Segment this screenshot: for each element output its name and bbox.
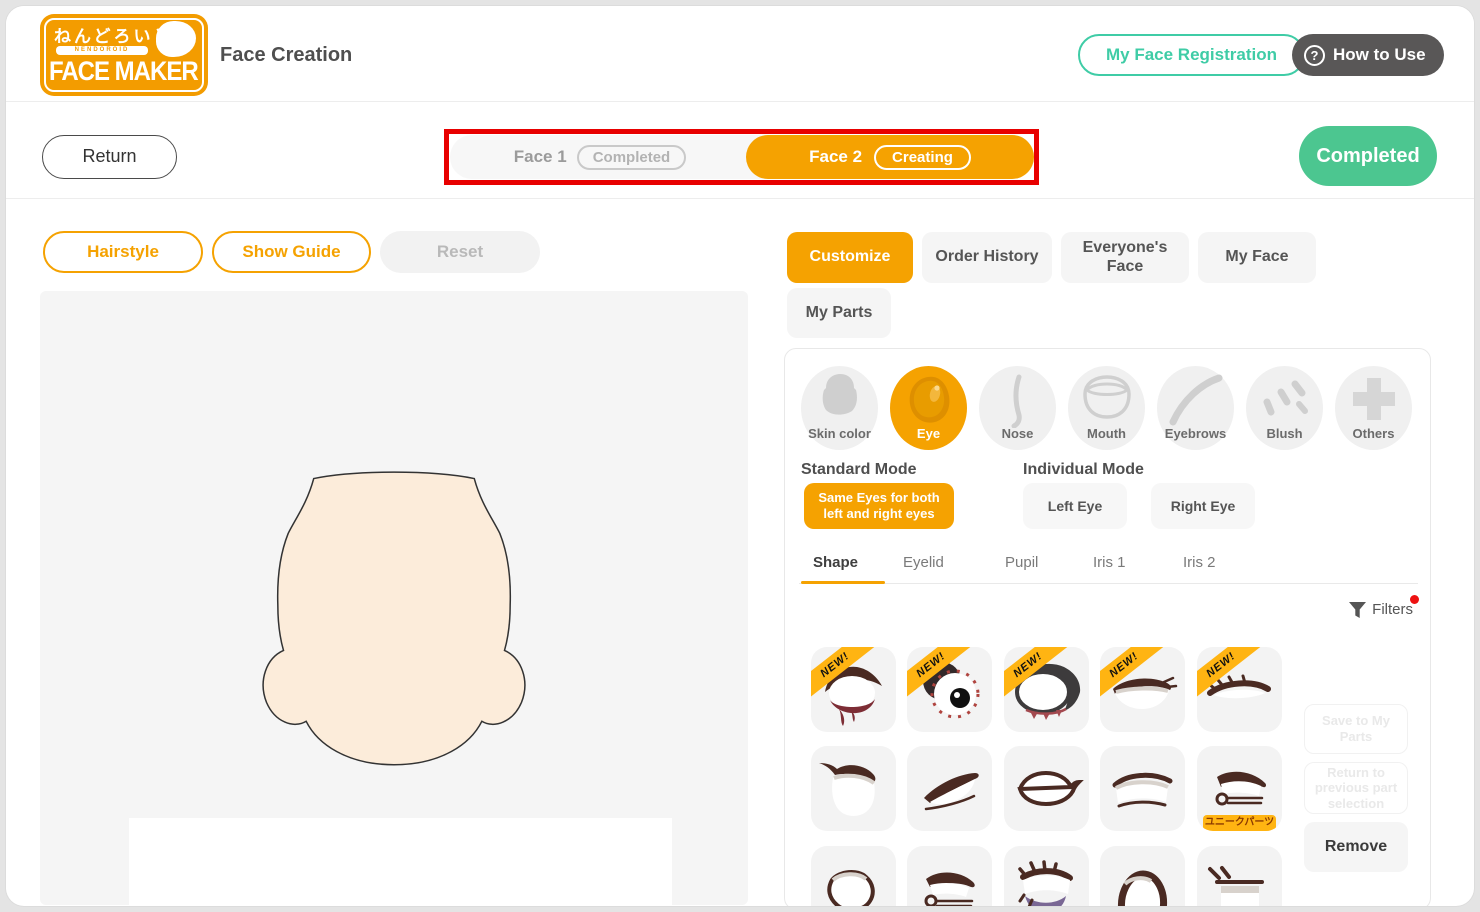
eye-art-angled-closed (907, 746, 992, 831)
eye-icon (906, 374, 952, 426)
tab-face-2[interactable]: Face 2 Creating (746, 135, 1034, 179)
eye-art-flat-lashes (1197, 846, 1282, 906)
filters-button[interactable]: Filters (1349, 601, 1413, 618)
eye-art-open-oval (1004, 746, 1089, 831)
tab-my-face[interactable]: My Face (1198, 232, 1316, 283)
eye-shape-thumbnail[interactable]: NEW! (1197, 647, 1282, 732)
logo-face-maker-text: FACE MAKER (49, 57, 198, 88)
eye-art-purple-shadow (1004, 846, 1089, 906)
eyebrows-icon (1169, 374, 1223, 426)
tab-order-history[interactable]: Order History (922, 232, 1052, 283)
unique-parts-badge: ユニークパーツ (1203, 815, 1276, 831)
page-title: Face Creation (220, 44, 352, 67)
eye-shape-thumbnail[interactable] (811, 746, 896, 831)
subtab-active-underline (801, 581, 885, 584)
my-face-registration-button[interactable]: My Face Registration (1078, 34, 1305, 76)
canvas-body-area (129, 818, 672, 905)
right-eye-button[interactable]: Right Eye (1151, 483, 1255, 529)
return-button[interactable]: Return (42, 135, 177, 179)
standard-mode-title: Standard Mode (801, 461, 917, 479)
tab-everyones-face[interactable]: Everyone's Face (1061, 232, 1189, 283)
eye-shape-thumbnail[interactable] (811, 846, 896, 906)
app-window: ねんどろいど NENDOROID FACE MAKER Face Creatio… (6, 6, 1474, 906)
subtab-iris-2[interactable]: Iris 2 (1183, 554, 1216, 571)
how-to-use-button[interactable]: ? How to Use (1292, 34, 1444, 76)
eye-shape-thumbnail[interactable] (1004, 846, 1089, 906)
category-nose[interactable]: Nose (979, 366, 1056, 450)
category-blush[interactable]: Blush (1246, 366, 1323, 450)
eye-shape-thumbnail[interactable]: NEW! (811, 647, 896, 732)
mouth-icon (1081, 374, 1133, 420)
subtab-iris-1[interactable]: Iris 1 (1093, 554, 1126, 571)
eye-shape-thumbnail[interactable] (907, 746, 992, 831)
filters-label: Filters (1372, 601, 1413, 618)
return-previous-part-button[interactable]: Return to previous part selection (1304, 762, 1408, 814)
category-eye[interactable]: Eye (890, 366, 967, 450)
eye-art-soft-arc (1100, 746, 1185, 831)
eye-shape-thumbnail[interactable]: NEW! (1100, 647, 1185, 732)
tab-face-1[interactable]: Face 1 Completed (450, 135, 750, 179)
eye-art-round-open (811, 846, 896, 906)
subtab-shape[interactable]: Shape (813, 554, 858, 571)
eye-shape-thumbnail[interactable] (1004, 746, 1089, 831)
eye-shape-thumbnail[interactable]: ユニークパーツ (1197, 746, 1282, 831)
question-icon: ? (1304, 45, 1325, 66)
face-2-status-badge: Creating (874, 145, 971, 170)
logo-nendoroid-bar: NENDOROID (56, 46, 148, 55)
subtab-divider (799, 583, 1418, 584)
face-1-status-badge: Completed (577, 145, 687, 170)
eye-shape-thumbnail[interactable]: NEW! (1004, 647, 1089, 732)
how-to-use-label: How to Use (1333, 34, 1426, 76)
category-others[interactable]: Others (1335, 366, 1412, 450)
face-tab-bar: Face 1 Completed Face 2 Creating (450, 135, 1034, 179)
left-eye-button[interactable]: Left Eye (1023, 483, 1127, 529)
tab-customize[interactable]: Customize (787, 232, 913, 283)
category-eyebrows[interactable]: Eyebrows (1157, 366, 1234, 450)
subtab-pupil[interactable]: Pupil (1005, 554, 1038, 571)
eye-art-flick-lash (811, 746, 896, 831)
eye-shape-thumbnail[interactable] (1100, 746, 1185, 831)
face-maker-logo[interactable]: ねんどろいど NENDOROID FACE MAKER (40, 14, 208, 96)
face-2-label: Face 2 (809, 147, 862, 167)
customize-panel: Skin color Eye Nose Mouth (784, 348, 1431, 906)
blush-icon (1259, 374, 1311, 424)
face-preview-canvas[interactable] (40, 291, 748, 905)
completed-button[interactable]: Completed (1299, 126, 1437, 186)
subtab-eyelid[interactable]: Eyelid (903, 554, 944, 571)
header: ねんどろいど NENDOROID FACE MAKER Face Creatio… (6, 6, 1474, 102)
eye-shape-thumbnail[interactable] (1197, 846, 1282, 906)
toolbar-row: Return Face 1 Completed Face 2 Creating … (6, 103, 1474, 199)
reset-button[interactable]: Reset (380, 231, 540, 273)
face-1-label: Face 1 (514, 147, 567, 167)
category-mouth[interactable]: Mouth (1068, 366, 1145, 450)
skin-color-icon (818, 372, 862, 418)
hairstyle-button[interactable]: Hairstyle (43, 231, 203, 273)
individual-mode-title: Individual Mode (1023, 461, 1144, 479)
eye-art-droopy-closed (907, 846, 992, 906)
remove-button[interactable]: Remove (1304, 822, 1408, 872)
category-skin-color[interactable]: Skin color (801, 366, 878, 450)
tab-my-parts[interactable]: My Parts (787, 288, 891, 338)
show-guide-button[interactable]: Show Guide (212, 231, 371, 273)
eye-shape-thumbnail[interactable] (907, 846, 992, 906)
same-eyes-button[interactable]: Same Eyes for both left and right eyes (804, 483, 954, 529)
face-base-outline (224, 449, 564, 799)
eye-shape-thumbnail[interactable] (1100, 846, 1185, 906)
filter-funnel-icon (1349, 602, 1366, 618)
eye-shape-thumbnail[interactable]: NEW! (907, 647, 992, 732)
eye-art-arch-closed (1100, 846, 1185, 906)
save-to-my-parts-button[interactable]: Save to My Parts (1304, 704, 1408, 754)
nose-icon (1008, 374, 1028, 428)
plus-icon (1349, 374, 1399, 424)
